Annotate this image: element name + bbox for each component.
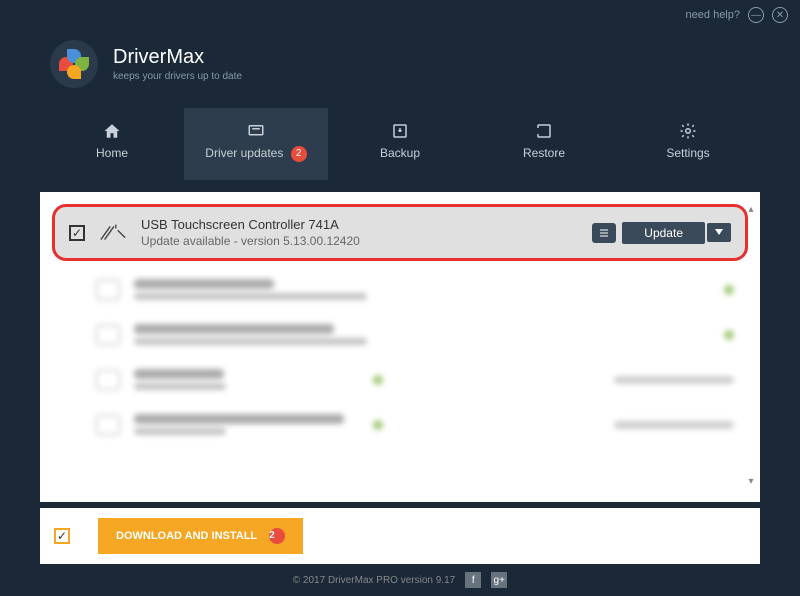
device-icon [96,280,120,300]
tab-backup[interactable]: Backup [328,108,472,180]
minimize-button[interactable]: — [748,7,764,23]
updates-icon [246,122,266,140]
driver-row-blurred [52,267,748,312]
copyright: © 2017 DriverMax PRO version 9.17 [293,575,455,586]
tab-label: Restore [523,146,565,160]
device-icon [96,370,120,390]
row-meta [614,376,734,384]
google-plus-icon[interactable]: g+ [491,572,507,588]
backup-icon [390,122,410,140]
chevron-down-icon [715,229,723,235]
close-button[interactable]: ✕ [772,7,788,23]
restore-icon [534,122,554,140]
tab-home[interactable]: Home [40,108,184,180]
download-badge: 2 [269,528,285,544]
facebook-icon[interactable]: f [465,572,481,588]
driver-name: USB Touchscreen Controller 741A [141,217,592,232]
footer: © 2017 DriverMax PRO version 9.17 f g+ [0,564,800,596]
settings-icon [678,122,698,140]
scroll-down-icon[interactable]: ▾ [744,476,758,490]
download-label: DOWNLOAD AND INSTALL [116,530,257,542]
status-dot-icon [373,375,383,385]
status-dot-icon [724,285,734,295]
download-install-button[interactable]: DOWNLOAD AND INSTALL 2 [98,518,303,554]
home-icon [102,122,122,140]
list-icon [598,228,610,238]
device-icon [96,415,120,435]
update-dropdown[interactable] [707,223,731,242]
driver-row-highlighted: USB Touchscreen Controller 741A Update a… [52,204,748,261]
main-tabs: Home Driver updates 2 Backup Restore Set… [0,108,800,180]
device-icon [99,221,127,245]
help-link[interactable]: need help? [686,9,740,21]
driver-status: Update available - version 5.13.00.12420 [141,234,592,248]
device-icon [96,325,120,345]
select-all-checkbox[interactable] [54,528,70,544]
scrollbar[interactable]: ▴ ▾ [744,204,758,490]
tab-restore[interactable]: Restore [472,108,616,180]
driver-row-blurred [52,357,748,402]
tab-settings[interactable]: Settings [616,108,760,180]
tab-label: Backup [380,146,420,160]
driver-row-blurred [52,402,748,447]
tab-label: Home [96,146,128,160]
app-logo [50,40,98,88]
action-bar: DOWNLOAD AND INSTALL 2 [40,508,760,564]
scroll-up-icon[interactable]: ▴ [744,204,758,218]
tab-label: Driver updates [205,146,283,160]
status-dot-icon [373,420,383,430]
brand-tagline: keeps your drivers up to date [113,71,242,82]
details-button[interactable] [592,223,616,243]
driver-row-blurred [52,312,748,357]
row-meta [614,421,734,429]
app-header: DriverMax keeps your drivers up to date [0,30,800,108]
tab-driver-updates[interactable]: Driver updates 2 [184,108,328,180]
update-button[interactable]: Update [622,222,705,244]
tab-label: Settings [666,146,709,160]
status-dot-icon [724,330,734,340]
brand-name: DriverMax [113,46,242,69]
updates-badge: 2 [291,146,307,162]
driver-checkbox[interactable] [69,225,85,241]
driver-list-panel: USB Touchscreen Controller 741A Update a… [40,192,760,502]
